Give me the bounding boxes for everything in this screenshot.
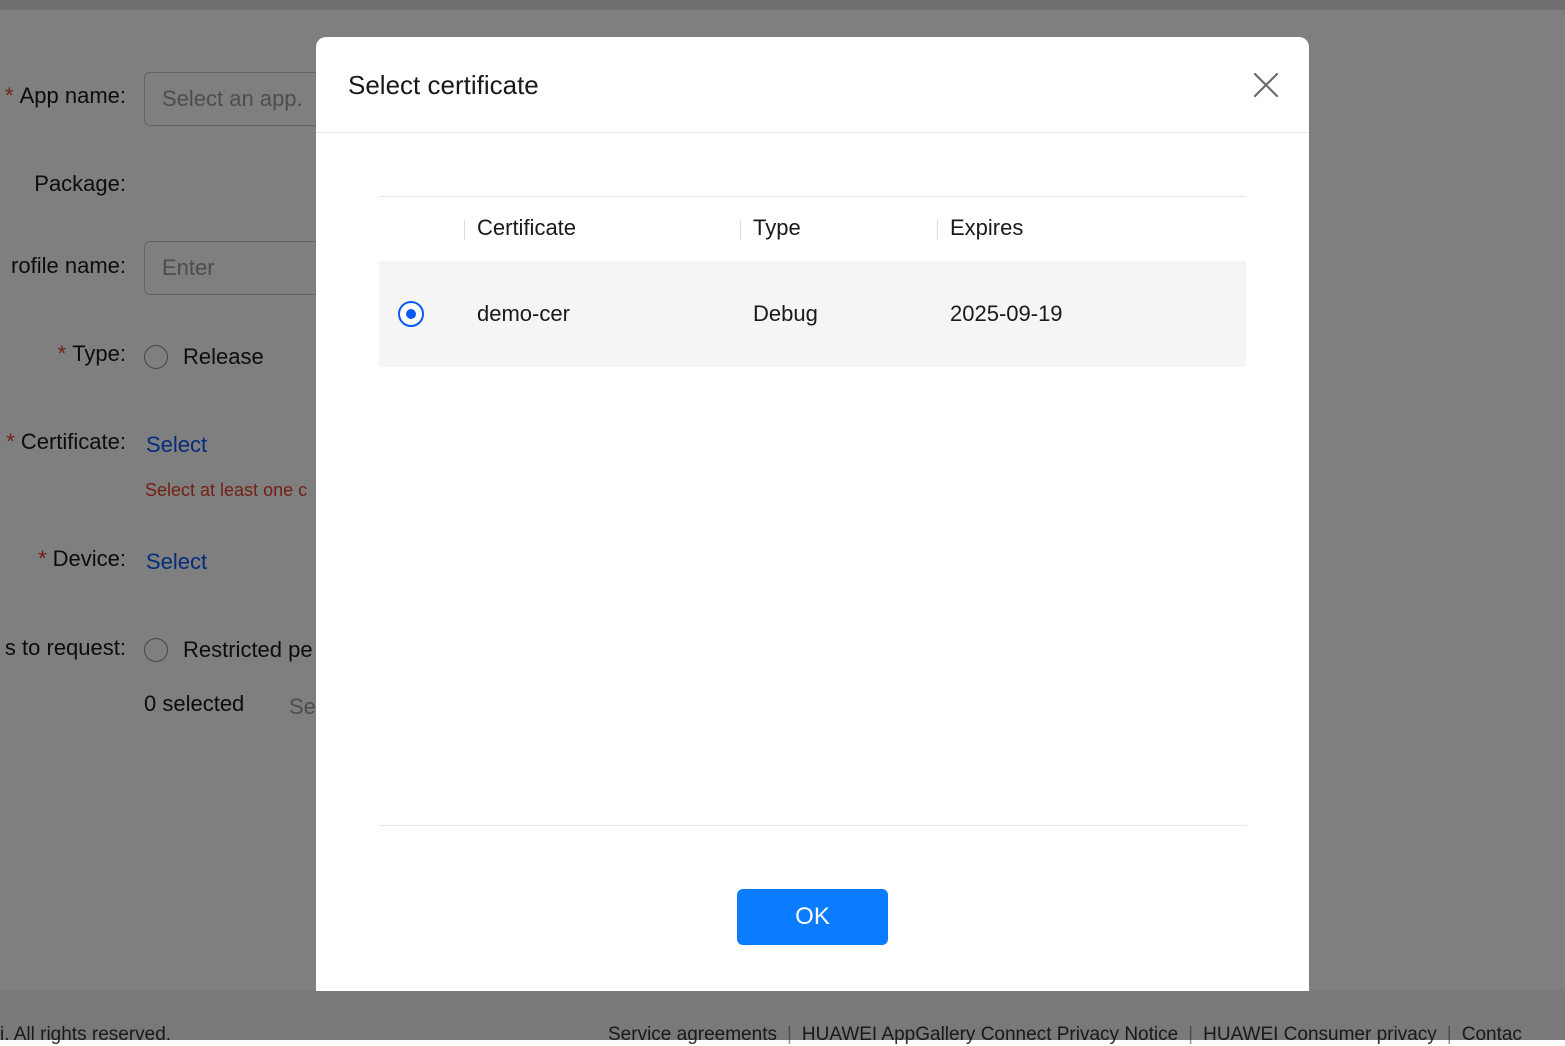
table-bottom-divider bbox=[379, 825, 1246, 826]
dialog-title: Select certificate bbox=[348, 70, 539, 100]
select-certificate-dialog: Select certificate Certificate Type Expi… bbox=[316, 37, 1309, 991]
close-icon bbox=[1253, 72, 1279, 98]
column-separator bbox=[464, 220, 465, 240]
close-button[interactable] bbox=[1248, 67, 1284, 103]
cell-certificate: demo-cer bbox=[477, 301, 570, 326]
column-header-type: Type bbox=[753, 215, 801, 240]
cell-expires: 2025-09-19 bbox=[950, 301, 1063, 326]
column-header-expires: Expires bbox=[950, 215, 1024, 240]
cell-type: Debug bbox=[753, 301, 818, 326]
row-radio-selected[interactable] bbox=[398, 301, 424, 327]
column-header-certificate: Certificate bbox=[477, 215, 577, 240]
column-separator bbox=[937, 220, 938, 240]
table-row[interactable]: demo-cer Debug 2025-09-19 bbox=[379, 261, 1246, 367]
dialog-header: Select certificate bbox=[316, 37, 1309, 133]
ok-button[interactable]: OK bbox=[737, 889, 888, 945]
table-top-divider bbox=[379, 196, 1246, 197]
column-separator bbox=[740, 220, 741, 240]
